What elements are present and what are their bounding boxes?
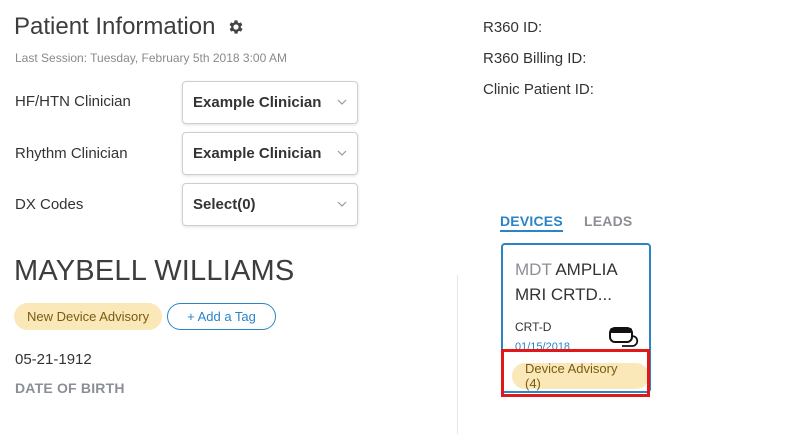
device-icon — [609, 327, 639, 347]
rhythm-clinician-label: Rhythm Clinician — [15, 145, 128, 162]
gear-icon[interactable] — [227, 18, 245, 36]
dx-codes-select[interactable]: Select(0) — [182, 183, 358, 226]
hf-htn-clinician-value: Example Clinician — [193, 94, 322, 111]
last-session-text: Last Session: Tuesday, February 5th 2018… — [15, 51, 287, 65]
tab-devices[interactable]: DEVICES — [500, 213, 563, 232]
rhythm-clinician-value: Example Clinician — [193, 145, 322, 162]
r360-id-label: R360 ID: — [483, 19, 543, 36]
page-title-text: Patient Information — [14, 13, 216, 40]
device-type: CRT-D — [515, 320, 552, 334]
add-tag-button[interactable]: + Add a Tag — [167, 303, 276, 330]
date-of-birth-label: DATE OF BIRTH — [15, 380, 125, 396]
device-name: MDT AMPLIA MRI CRTD... — [515, 257, 643, 307]
r360-billing-id-label: R360 Billing ID: — [483, 50, 587, 67]
date-of-birth-value: 05-21-1912 — [15, 351, 92, 368]
patient-name: MAYBELL WILLIAMS — [14, 255, 295, 287]
hf-htn-clinician-select[interactable]: Example Clinician — [182, 81, 358, 124]
rhythm-clinician-select[interactable]: Example Clinician — [182, 132, 358, 175]
dx-codes-label: DX Codes — [15, 196, 84, 213]
dx-codes-value: Select(0) — [193, 196, 256, 213]
highlight-box — [501, 349, 650, 397]
patient-tag-new-device-advisory[interactable]: New Device Advisory — [14, 303, 163, 330]
chevron-down-icon — [337, 201, 347, 207]
chevron-down-icon — [337, 150, 347, 156]
chevron-down-icon — [337, 99, 347, 105]
clinic-patient-id-label: Clinic Patient ID: — [483, 81, 594, 98]
column-divider — [457, 275, 458, 434]
page-title: Patient Information — [14, 13, 245, 41]
hf-htn-clinician-label: HF/HTN Clinician — [15, 93, 131, 110]
device-manufacturer: MDT — [515, 260, 552, 279]
tab-leads[interactable]: LEADS — [584, 213, 632, 229]
